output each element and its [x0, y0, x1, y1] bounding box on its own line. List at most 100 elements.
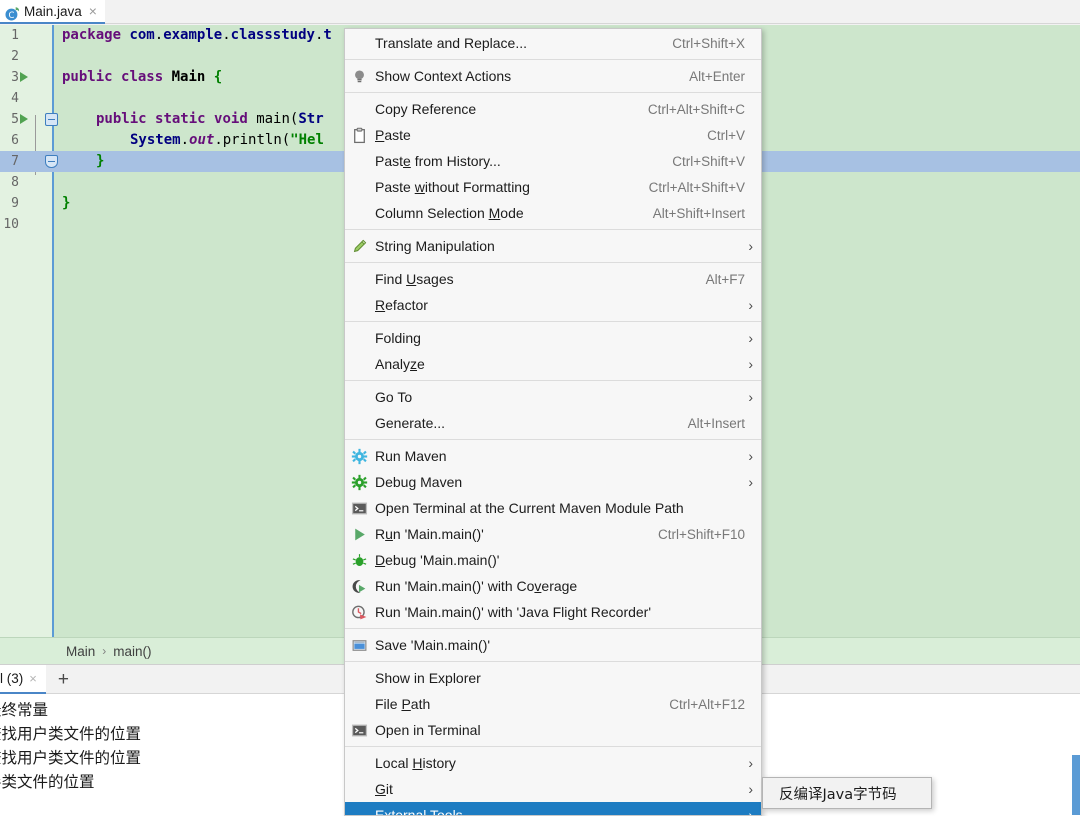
console-scrollbar[interactable]	[1072, 755, 1080, 815]
menu-item-label: Paste from History...	[375, 153, 501, 169]
editor-tab-strip: C Main.java ×	[0, 0, 1080, 24]
tool-window-tab-label: l (3)	[0, 670, 24, 686]
menu-item-file-path[interactable]: File Path Ctrl+Alt+F12	[345, 691, 761, 717]
menu-item-external-tools[interactable]: External Tools ›	[345, 802, 761, 816]
menu-item-git[interactable]: Git ›	[345, 776, 761, 802]
run-gutter-icon[interactable]	[20, 114, 28, 124]
menu-item-label: Go To	[375, 389, 413, 405]
add-tab-button[interactable]: +	[58, 670, 69, 689]
chevron-right-icon: ›	[748, 297, 753, 313]
menu-item-label: File Path	[375, 696, 431, 712]
editor-context-menu[interactable]: Translate and Replace... Ctrl+Shift+X Sh…	[344, 28, 762, 816]
menu-item-local-history[interactable]: Local History ›	[345, 750, 761, 776]
pencil-icon	[351, 237, 375, 255]
maven-run-icon	[351, 447, 375, 465]
menu-item-run-maven[interactable]: Run Maven ›	[345, 443, 761, 469]
run-gutter-icon[interactable]	[20, 72, 28, 82]
menu-item-label: Paste	[375, 127, 411, 143]
menu-item-column-selection-mode[interactable]: Column Selection Mode Alt+Shift+Insert	[345, 200, 761, 226]
menu-item-debug-main[interactable]: Debug 'Main.main()'	[345, 547, 761, 573]
menu-item-label: Run 'Main.main()'	[375, 526, 484, 542]
menu-item-label: Git	[375, 781, 393, 797]
menu-item-analyze[interactable]: Analyze ›	[345, 351, 761, 377]
chevron-right-icon: ›	[102, 644, 107, 658]
menu-item-label: Analyze	[375, 356, 425, 372]
close-icon[interactable]: ×	[29, 671, 37, 686]
blank-icon	[351, 204, 375, 222]
menu-separator	[345, 628, 761, 629]
menu-separator	[345, 746, 761, 747]
blank-icon	[351, 34, 375, 52]
menu-item-find-usages[interactable]: Find Usages Alt+F7	[345, 266, 761, 292]
external-tools-submenu[interactable]: 反编译Java字节码	[762, 777, 932, 809]
menu-item-translate-and-replace[interactable]: Translate and Replace... Ctrl+Shift+X	[345, 30, 761, 56]
chevron-right-icon: ›	[748, 474, 753, 490]
fold-expand-icon[interactable]	[45, 155, 58, 168]
submenu-item-decompile-java-bytecode[interactable]: 反编译Java字节码	[763, 780, 931, 806]
menu-separator	[345, 321, 761, 322]
menu-item-shortcut: Ctrl+V	[707, 127, 745, 143]
menu-separator	[345, 380, 761, 381]
menu-item-label: String Manipulation	[375, 238, 495, 254]
menu-item-copy-reference[interactable]: Copy Reference Ctrl+Alt+Shift+C	[345, 96, 761, 122]
menu-item-label: Open in Terminal	[375, 722, 481, 738]
menu-item-show-context-actions[interactable]: Show Context Actions Alt+Enter	[345, 63, 761, 89]
menu-item-run-main-with-coverage[interactable]: Run 'Main.main()' with Coverage	[345, 573, 761, 599]
menu-separator	[345, 229, 761, 230]
editor-tab-label: Main.java	[24, 3, 82, 19]
menu-item-label: Show in Explorer	[375, 670, 481, 686]
menu-item-folding[interactable]: Folding ›	[345, 325, 761, 351]
menu-item-refactor[interactable]: Refactor ›	[345, 292, 761, 318]
fold-collapse-icon[interactable]	[45, 113, 58, 126]
tool-window-tab[interactable]: l (3) ×	[0, 664, 46, 694]
menu-item-generate[interactable]: Generate... Alt+Insert	[345, 410, 761, 436]
menu-item-shortcut: Ctrl+Shift+F10	[657, 526, 745, 542]
menu-item-open-terminal-maven-module-path[interactable]: Open Terminal at the Current Maven Modul…	[345, 495, 761, 521]
chevron-right-icon: ›	[748, 356, 753, 372]
breadcrumb-item-method[interactable]: main()	[113, 644, 151, 659]
menu-item-open-in-terminal[interactable]: Open in Terminal	[345, 717, 761, 743]
menu-separator	[345, 92, 761, 93]
menu-item-debug-maven[interactable]: Debug Maven ›	[345, 469, 761, 495]
menu-item-label: Open Terminal at the Current Maven Modul…	[375, 500, 684, 516]
editor-tab-main-java[interactable]: C Main.java ×	[0, 0, 105, 24]
menu-item-run-main-with-jfr[interactable]: Run 'Main.main()' with 'Java Flight Reco…	[345, 599, 761, 625]
menu-item-label: Run Maven	[375, 448, 447, 464]
chevron-right-icon: ›	[748, 807, 753, 816]
terminal-icon	[351, 721, 375, 739]
menu-item-label: Paste without Formatting	[375, 179, 530, 195]
menu-item-label: Save 'Main.main()'	[375, 637, 491, 653]
blank-icon	[351, 152, 375, 170]
jfr-icon	[351, 603, 375, 621]
blank-icon	[351, 669, 375, 687]
menu-item-show-in-explorer[interactable]: Show in Explorer	[345, 665, 761, 691]
menu-item-label: Show Context Actions	[375, 68, 512, 84]
chevron-right-icon: ›	[748, 238, 753, 254]
menu-item-paste-without-formatting[interactable]: Paste without Formatting Ctrl+Alt+Shift+…	[345, 174, 761, 200]
menu-item-string-manipulation[interactable]: String Manipulation ›	[345, 233, 761, 259]
menu-item-run-main[interactable]: Run 'Main.main()' Ctrl+Shift+F10	[345, 521, 761, 547]
menu-item-shortcut: Alt+Enter	[689, 68, 745, 84]
close-icon[interactable]: ×	[89, 4, 97, 18]
code-line-text: }	[96, 153, 105, 169]
clipboard-icon	[351, 126, 375, 144]
line-number: 5	[11, 112, 19, 127]
menu-item-save-main[interactable]: Save 'Main.main()'	[345, 632, 761, 658]
menu-item-label: Debug Maven	[375, 474, 463, 490]
blank-icon	[351, 754, 375, 772]
menu-item-go-to[interactable]: Go To ›	[345, 384, 761, 410]
breadcrumb-item-class[interactable]: Main	[66, 644, 95, 659]
menu-item-shortcut: Alt+F7	[705, 271, 745, 287]
menu-item-paste-from-history[interactable]: Paste from History... Ctrl+Shift+V	[345, 148, 761, 174]
menu-item-label: Run 'Main.main()' with Coverage	[375, 578, 578, 594]
line-number: 6	[11, 133, 19, 148]
line-number: 4	[11, 91, 19, 106]
blank-icon	[351, 329, 375, 347]
blank-icon	[351, 178, 375, 196]
code-line-text: System.out.println("Hel	[130, 132, 324, 148]
blank-icon	[351, 414, 375, 432]
menu-item-shortcut: Alt+Insert	[687, 415, 745, 431]
menu-item-paste[interactable]: Paste Ctrl+V	[345, 122, 761, 148]
lightbulb-icon	[351, 67, 375, 85]
menu-item-shortcut: Ctrl+Shift+X	[672, 35, 745, 51]
